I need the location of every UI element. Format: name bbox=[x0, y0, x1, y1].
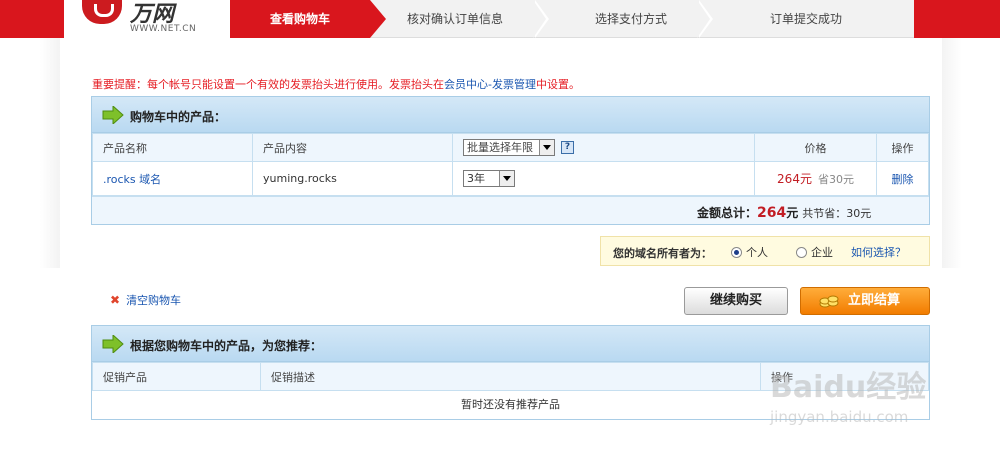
close-icon: ✖ bbox=[110, 293, 121, 307]
col-promo-product: 促销产品 bbox=[92, 362, 261, 391]
step-payment: 选择支付方式 bbox=[594, 12, 667, 26]
delete-link[interactable]: 删除 bbox=[892, 173, 914, 186]
logo-icon bbox=[82, 0, 122, 24]
notice-suffix: 中设置。 bbox=[535, 78, 580, 91]
step-confirm-order: 核对确认订单信息 bbox=[406, 12, 503, 26]
years-select[interactable]: 3年 bbox=[463, 170, 515, 187]
col-promo-desc: 促销描述 bbox=[260, 362, 761, 391]
owner-option-personal[interactable]: 个人 bbox=[746, 244, 768, 260]
cart-table: 产品名称 产品内容 批量选择年限 ? 价格 操作 .rocks 域名 yumin… bbox=[92, 133, 929, 196]
member-center-link[interactable]: 会员中心 bbox=[444, 78, 488, 91]
total-save: 共节省：30元 bbox=[802, 207, 872, 220]
total-unit: 元 bbox=[786, 206, 799, 220]
owner-label: 您的域名所有者为： bbox=[613, 247, 712, 260]
logo-url: WWW.NET.CN bbox=[130, 24, 197, 34]
owner-radio-personal[interactable] bbox=[731, 247, 742, 258]
cart-panel-header: 购物车中的产品： bbox=[92, 97, 929, 133]
chevron-down-icon bbox=[499, 171, 514, 186]
coins-icon bbox=[819, 295, 839, 308]
price-save: 省30元 bbox=[817, 173, 854, 186]
step-bar: 万网 WWW.NET.CN 查看购物车 核对确认订单信息 选择支付方式 订单提交… bbox=[0, 0, 1000, 38]
clear-cart-label: 清空购物车 bbox=[126, 294, 182, 307]
checkout-button[interactable]: 立即结算 bbox=[800, 287, 930, 315]
col-product-name: 产品名称 bbox=[92, 133, 253, 162]
table-row: .rocks 域名 yuming.rocks 3年 264元 省30元 删除 bbox=[92, 161, 929, 196]
col-product-content: 产品内容 bbox=[252, 133, 453, 162]
watermark-text: Baidu经验 bbox=[770, 370, 927, 405]
total-amount: 264 bbox=[757, 205, 787, 221]
step-separator bbox=[533, 0, 549, 38]
bar-accent-right bbox=[914, 0, 1000, 38]
col-batch-years: 批量选择年限 ? bbox=[452, 133, 755, 162]
watermark-url: jingyan.baidu.com bbox=[770, 408, 909, 426]
batch-years-label: 批量选择年限 bbox=[467, 141, 533, 154]
cart-panel: 购物车中的产品： 产品名称 产品内容 批量选择年限 ? 价格 操作 .rocks… bbox=[91, 96, 930, 225]
checkout-label: 立即结算 bbox=[847, 293, 900, 308]
price-value: 264元 bbox=[777, 172, 812, 186]
product-content: yuming.rocks bbox=[252, 161, 453, 196]
owner-radio-company[interactable] bbox=[796, 247, 807, 258]
help-icon[interactable]: ? bbox=[561, 141, 574, 154]
step-view-cart: 查看购物车 bbox=[230, 0, 386, 38]
invoice-manage-link[interactable]: 发票管理 bbox=[492, 78, 536, 91]
clear-cart-link[interactable]: ✖ 清空购物车 bbox=[110, 292, 181, 308]
action-cell: 删除 bbox=[876, 161, 929, 196]
arrow-right-icon bbox=[102, 335, 124, 353]
price-cell: 264元 省30元 bbox=[754, 161, 877, 196]
chevron-down-icon bbox=[539, 140, 554, 155]
owner-option-company[interactable]: 企业 bbox=[811, 244, 833, 260]
product-name-text[interactable]: .rocks 域名 bbox=[103, 173, 161, 186]
bar-accent-left bbox=[0, 0, 64, 38]
continue-shopping-button[interactable]: 继续购买 bbox=[684, 287, 788, 315]
product-name: .rocks 域名 bbox=[92, 161, 253, 196]
col-action: 操作 bbox=[876, 133, 929, 162]
logo[interactable]: 万网 WWW.NET.CN bbox=[64, 0, 230, 38]
notice-text: 重要提醒：每个帐号只能设置一个有效的发票抬头进行使用。发票抬头在 bbox=[92, 78, 444, 91]
total-row: 金额总计：264元 共节省：30元 bbox=[92, 196, 929, 224]
domain-owner-box: 您的域名所有者为： 个人 企业 如何选择？ bbox=[600, 236, 930, 266]
years-value: 3年 bbox=[467, 172, 485, 185]
arrow-right-icon bbox=[102, 106, 124, 124]
total-label: 金额总计： bbox=[697, 206, 758, 220]
step-separator bbox=[697, 0, 713, 38]
years-cell: 3年 bbox=[452, 161, 755, 196]
page-shadow bbox=[942, 38, 962, 268]
total-summary: 金额总计：264元 共节省：30元 bbox=[697, 204, 871, 221]
baidu-watermark: Baidu经验 jingyan.baidu.com bbox=[770, 340, 990, 440]
col-price: 价格 bbox=[754, 133, 877, 162]
page-shadow bbox=[40, 38, 60, 268]
recommend-title: 根据您购物车中的产品，为您推荐： bbox=[130, 339, 323, 353]
invoice-notice: 重要提醒：每个帐号只能设置一个有效的发票抬头进行使用。发票抬头在会员中心-发票管… bbox=[92, 76, 580, 92]
how-to-choose-link[interactable]: 如何选择？ bbox=[851, 244, 906, 260]
batch-years-select[interactable]: 批量选择年限 bbox=[463, 139, 555, 156]
cart-title: 购物车中的产品： bbox=[130, 110, 227, 124]
step-done: 订单提交成功 bbox=[769, 12, 842, 26]
